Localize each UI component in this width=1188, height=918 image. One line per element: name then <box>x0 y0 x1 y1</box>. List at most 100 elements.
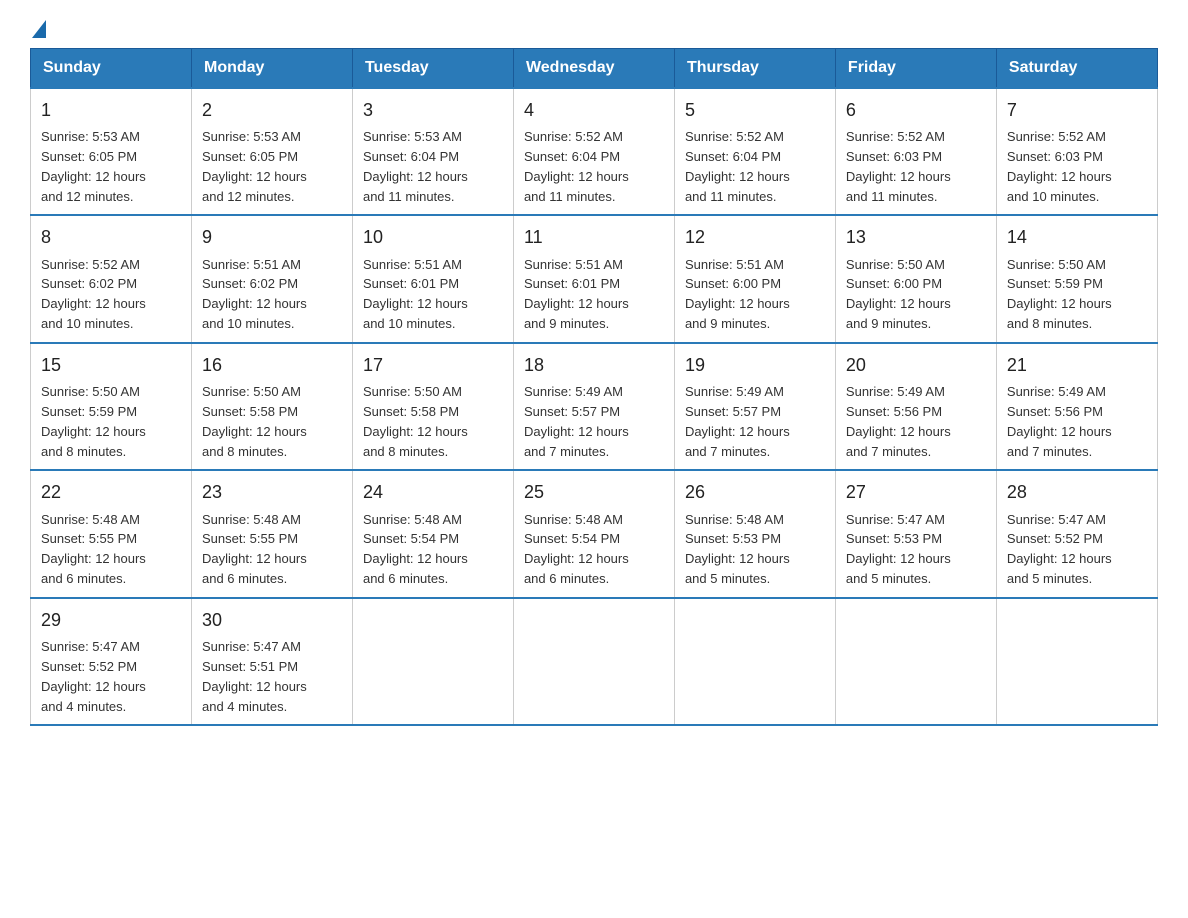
day-number: 7 <box>1007 97 1147 123</box>
day-info: Sunrise: 5:50 AMSunset: 6:00 PMDaylight:… <box>846 257 951 332</box>
day-info: Sunrise: 5:51 AMSunset: 6:02 PMDaylight:… <box>202 257 307 332</box>
weekday-header-wednesday: Wednesday <box>513 49 674 89</box>
calendar-day-cell: 23 Sunrise: 5:48 AMSunset: 5:55 PMDaylig… <box>191 470 352 597</box>
calendar-week-row: 1 Sunrise: 5:53 AMSunset: 6:05 PMDayligh… <box>31 88 1158 215</box>
day-info: Sunrise: 5:52 AMSunset: 6:03 PMDaylight:… <box>1007 129 1112 204</box>
day-info: Sunrise: 5:51 AMSunset: 6:00 PMDaylight:… <box>685 257 790 332</box>
calendar-day-cell: 21 Sunrise: 5:49 AMSunset: 5:56 PMDaylig… <box>996 343 1157 470</box>
calendar-day-cell: 30 Sunrise: 5:47 AMSunset: 5:51 PMDaylig… <box>191 598 352 725</box>
day-number: 24 <box>363 479 503 505</box>
day-info: Sunrise: 5:49 AMSunset: 5:57 PMDaylight:… <box>524 384 629 459</box>
day-number: 28 <box>1007 479 1147 505</box>
weekday-header-monday: Monday <box>191 49 352 89</box>
day-number: 14 <box>1007 224 1147 250</box>
calendar-day-cell: 10 Sunrise: 5:51 AMSunset: 6:01 PMDaylig… <box>352 215 513 342</box>
calendar-day-cell: 22 Sunrise: 5:48 AMSunset: 5:55 PMDaylig… <box>31 470 192 597</box>
calendar-day-cell: 24 Sunrise: 5:48 AMSunset: 5:54 PMDaylig… <box>352 470 513 597</box>
day-number: 20 <box>846 352 986 378</box>
calendar-day-cell: 9 Sunrise: 5:51 AMSunset: 6:02 PMDayligh… <box>191 215 352 342</box>
day-number: 21 <box>1007 352 1147 378</box>
day-number: 27 <box>846 479 986 505</box>
calendar-day-cell: 26 Sunrise: 5:48 AMSunset: 5:53 PMDaylig… <box>674 470 835 597</box>
day-number: 17 <box>363 352 503 378</box>
page-header <box>30 20 1158 38</box>
day-number: 2 <box>202 97 342 123</box>
day-info: Sunrise: 5:49 AMSunset: 5:57 PMDaylight:… <box>685 384 790 459</box>
day-number: 13 <box>846 224 986 250</box>
calendar-day-cell: 18 Sunrise: 5:49 AMSunset: 5:57 PMDaylig… <box>513 343 674 470</box>
calendar-day-cell: 20 Sunrise: 5:49 AMSunset: 5:56 PMDaylig… <box>835 343 996 470</box>
day-info: Sunrise: 5:50 AMSunset: 5:58 PMDaylight:… <box>363 384 468 459</box>
day-number: 9 <box>202 224 342 250</box>
weekday-header-friday: Friday <box>835 49 996 89</box>
day-info: Sunrise: 5:48 AMSunset: 5:53 PMDaylight:… <box>685 512 790 587</box>
calendar-day-cell: 29 Sunrise: 5:47 AMSunset: 5:52 PMDaylig… <box>31 598 192 725</box>
day-number: 25 <box>524 479 664 505</box>
calendar-week-row: 22 Sunrise: 5:48 AMSunset: 5:55 PMDaylig… <box>31 470 1158 597</box>
day-info: Sunrise: 5:47 AMSunset: 5:53 PMDaylight:… <box>846 512 951 587</box>
day-number: 19 <box>685 352 825 378</box>
day-number: 18 <box>524 352 664 378</box>
calendar-day-cell: 12 Sunrise: 5:51 AMSunset: 6:00 PMDaylig… <box>674 215 835 342</box>
logo-triangle-icon <box>32 20 46 38</box>
day-info: Sunrise: 5:53 AMSunset: 6:05 PMDaylight:… <box>41 129 146 204</box>
calendar-week-row: 29 Sunrise: 5:47 AMSunset: 5:52 PMDaylig… <box>31 598 1158 725</box>
calendar-day-cell: 19 Sunrise: 5:49 AMSunset: 5:57 PMDaylig… <box>674 343 835 470</box>
calendar-day-cell <box>513 598 674 725</box>
day-number: 5 <box>685 97 825 123</box>
day-info: Sunrise: 5:52 AMSunset: 6:02 PMDaylight:… <box>41 257 146 332</box>
calendar-header-row: SundayMondayTuesdayWednesdayThursdayFrid… <box>31 49 1158 89</box>
day-info: Sunrise: 5:49 AMSunset: 5:56 PMDaylight:… <box>1007 384 1112 459</box>
calendar-day-cell <box>835 598 996 725</box>
day-number: 3 <box>363 97 503 123</box>
day-info: Sunrise: 5:47 AMSunset: 5:51 PMDaylight:… <box>202 639 307 714</box>
day-number: 12 <box>685 224 825 250</box>
day-number: 26 <box>685 479 825 505</box>
day-number: 1 <box>41 97 181 123</box>
weekday-header-saturday: Saturday <box>996 49 1157 89</box>
calendar-day-cell: 25 Sunrise: 5:48 AMSunset: 5:54 PMDaylig… <box>513 470 674 597</box>
calendar-day-cell: 4 Sunrise: 5:52 AMSunset: 6:04 PMDayligh… <box>513 88 674 215</box>
day-number: 15 <box>41 352 181 378</box>
calendar-day-cell: 7 Sunrise: 5:52 AMSunset: 6:03 PMDayligh… <box>996 88 1157 215</box>
calendar-day-cell: 2 Sunrise: 5:53 AMSunset: 6:05 PMDayligh… <box>191 88 352 215</box>
day-info: Sunrise: 5:48 AMSunset: 5:55 PMDaylight:… <box>202 512 307 587</box>
day-info: Sunrise: 5:47 AMSunset: 5:52 PMDaylight:… <box>1007 512 1112 587</box>
calendar-day-cell: 17 Sunrise: 5:50 AMSunset: 5:58 PMDaylig… <box>352 343 513 470</box>
day-info: Sunrise: 5:52 AMSunset: 6:04 PMDaylight:… <box>685 129 790 204</box>
day-info: Sunrise: 5:50 AMSunset: 5:58 PMDaylight:… <box>202 384 307 459</box>
day-info: Sunrise: 5:48 AMSunset: 5:54 PMDaylight:… <box>524 512 629 587</box>
calendar-day-cell: 3 Sunrise: 5:53 AMSunset: 6:04 PMDayligh… <box>352 88 513 215</box>
day-info: Sunrise: 5:53 AMSunset: 6:04 PMDaylight:… <box>363 129 468 204</box>
day-info: Sunrise: 5:49 AMSunset: 5:56 PMDaylight:… <box>846 384 951 459</box>
calendar-day-cell: 13 Sunrise: 5:50 AMSunset: 6:00 PMDaylig… <box>835 215 996 342</box>
day-number: 10 <box>363 224 503 250</box>
day-number: 16 <box>202 352 342 378</box>
weekday-header-tuesday: Tuesday <box>352 49 513 89</box>
calendar-day-cell: 11 Sunrise: 5:51 AMSunset: 6:01 PMDaylig… <box>513 215 674 342</box>
calendar-day-cell <box>352 598 513 725</box>
calendar-table: SundayMondayTuesdayWednesdayThursdayFrid… <box>30 48 1158 726</box>
calendar-week-row: 8 Sunrise: 5:52 AMSunset: 6:02 PMDayligh… <box>31 215 1158 342</box>
calendar-day-cell: 5 Sunrise: 5:52 AMSunset: 6:04 PMDayligh… <box>674 88 835 215</box>
weekday-header-thursday: Thursday <box>674 49 835 89</box>
calendar-day-cell: 15 Sunrise: 5:50 AMSunset: 5:59 PMDaylig… <box>31 343 192 470</box>
weekday-header-sunday: Sunday <box>31 49 192 89</box>
day-info: Sunrise: 5:51 AMSunset: 6:01 PMDaylight:… <box>524 257 629 332</box>
calendar-day-cell: 27 Sunrise: 5:47 AMSunset: 5:53 PMDaylig… <box>835 470 996 597</box>
calendar-day-cell: 14 Sunrise: 5:50 AMSunset: 5:59 PMDaylig… <box>996 215 1157 342</box>
day-number: 4 <box>524 97 664 123</box>
calendar-day-cell: 8 Sunrise: 5:52 AMSunset: 6:02 PMDayligh… <box>31 215 192 342</box>
day-number: 23 <box>202 479 342 505</box>
day-info: Sunrise: 5:48 AMSunset: 5:54 PMDaylight:… <box>363 512 468 587</box>
day-info: Sunrise: 5:50 AMSunset: 5:59 PMDaylight:… <box>1007 257 1112 332</box>
day-number: 30 <box>202 607 342 633</box>
day-info: Sunrise: 5:52 AMSunset: 6:04 PMDaylight:… <box>524 129 629 204</box>
logo <box>30 20 48 38</box>
day-number: 11 <box>524 224 664 250</box>
day-number: 22 <box>41 479 181 505</box>
day-number: 29 <box>41 607 181 633</box>
day-number: 8 <box>41 224 181 250</box>
calendar-day-cell <box>674 598 835 725</box>
calendar-week-row: 15 Sunrise: 5:50 AMSunset: 5:59 PMDaylig… <box>31 343 1158 470</box>
